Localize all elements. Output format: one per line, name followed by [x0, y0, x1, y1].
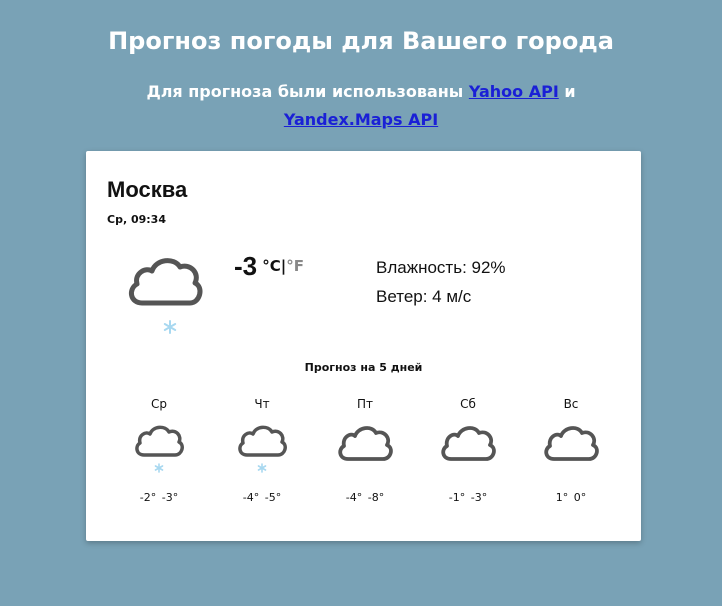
forecast-day-name: Пт	[356, 397, 373, 411]
forecast-temps: -4° -5°	[242, 491, 282, 504]
forecast-temps: 1° 0°	[555, 491, 587, 504]
forecast-day-name: Ср	[151, 397, 167, 411]
cloud-snow-icon	[128, 251, 204, 341]
current-datetime: Ср, 09:34	[107, 213, 166, 226]
forecast-day-name: Вс	[563, 397, 579, 411]
cloud-snow-icon	[210, 421, 314, 479]
forecast-temps: -4° -8°	[345, 491, 385, 504]
celsius-toggle[interactable]: °C	[262, 257, 281, 275]
forecast-day-name: Чт	[254, 397, 270, 411]
forecast-day: Чт -4° -5°	[210, 397, 314, 504]
cloud-icon	[416, 421, 520, 479]
page-title: Прогноз погоды для Вашего города	[108, 27, 614, 55]
subtitle-prefix: Для прогноза были использованы	[146, 82, 469, 101]
forecast-day: Сб -1° -3°	[416, 397, 520, 504]
forecast-day: Вс 1° 0°	[519, 397, 623, 504]
forecast-day: Пт -4° -8°	[313, 397, 417, 504]
subtitle-middle: и	[558, 82, 576, 101]
forecast-day: Ср -2° -3°	[107, 397, 211, 504]
current-temperature: -3 °C|°F	[234, 251, 304, 291]
cloud-icon	[519, 421, 623, 479]
forecast-title: Прогноз на 5 дней	[304, 361, 423, 374]
yahoo-api-link[interactable]: Yahoo API	[469, 82, 559, 101]
cloud-snow-icon	[107, 421, 211, 479]
temperature-value: -3	[234, 251, 258, 281]
fahrenheit-toggle[interactable]: °F	[286, 257, 304, 275]
subtitle: Для прогноза были использованы Yahoo API…	[110, 78, 612, 134]
forecast-temps: -2° -3°	[139, 491, 179, 504]
weather-card: Москва Ср, 09:34 -3 °C|°F Влажность: 92%…	[86, 151, 641, 541]
forecast-temps: -1° -3°	[448, 491, 488, 504]
yandex-maps-api-link[interactable]: Yandex.Maps API	[284, 110, 438, 129]
city-name: Москва	[107, 177, 188, 202]
cloud-icon	[313, 421, 417, 479]
wind-text: Ветер: 4 м/с	[376, 287, 472, 306]
weather-details: Влажность: 92% Ветер: 4 м/с	[376, 253, 506, 311]
humidity-text: Влажность: 92%	[376, 258, 506, 277]
forecast-day-name: Сб	[460, 397, 476, 411]
